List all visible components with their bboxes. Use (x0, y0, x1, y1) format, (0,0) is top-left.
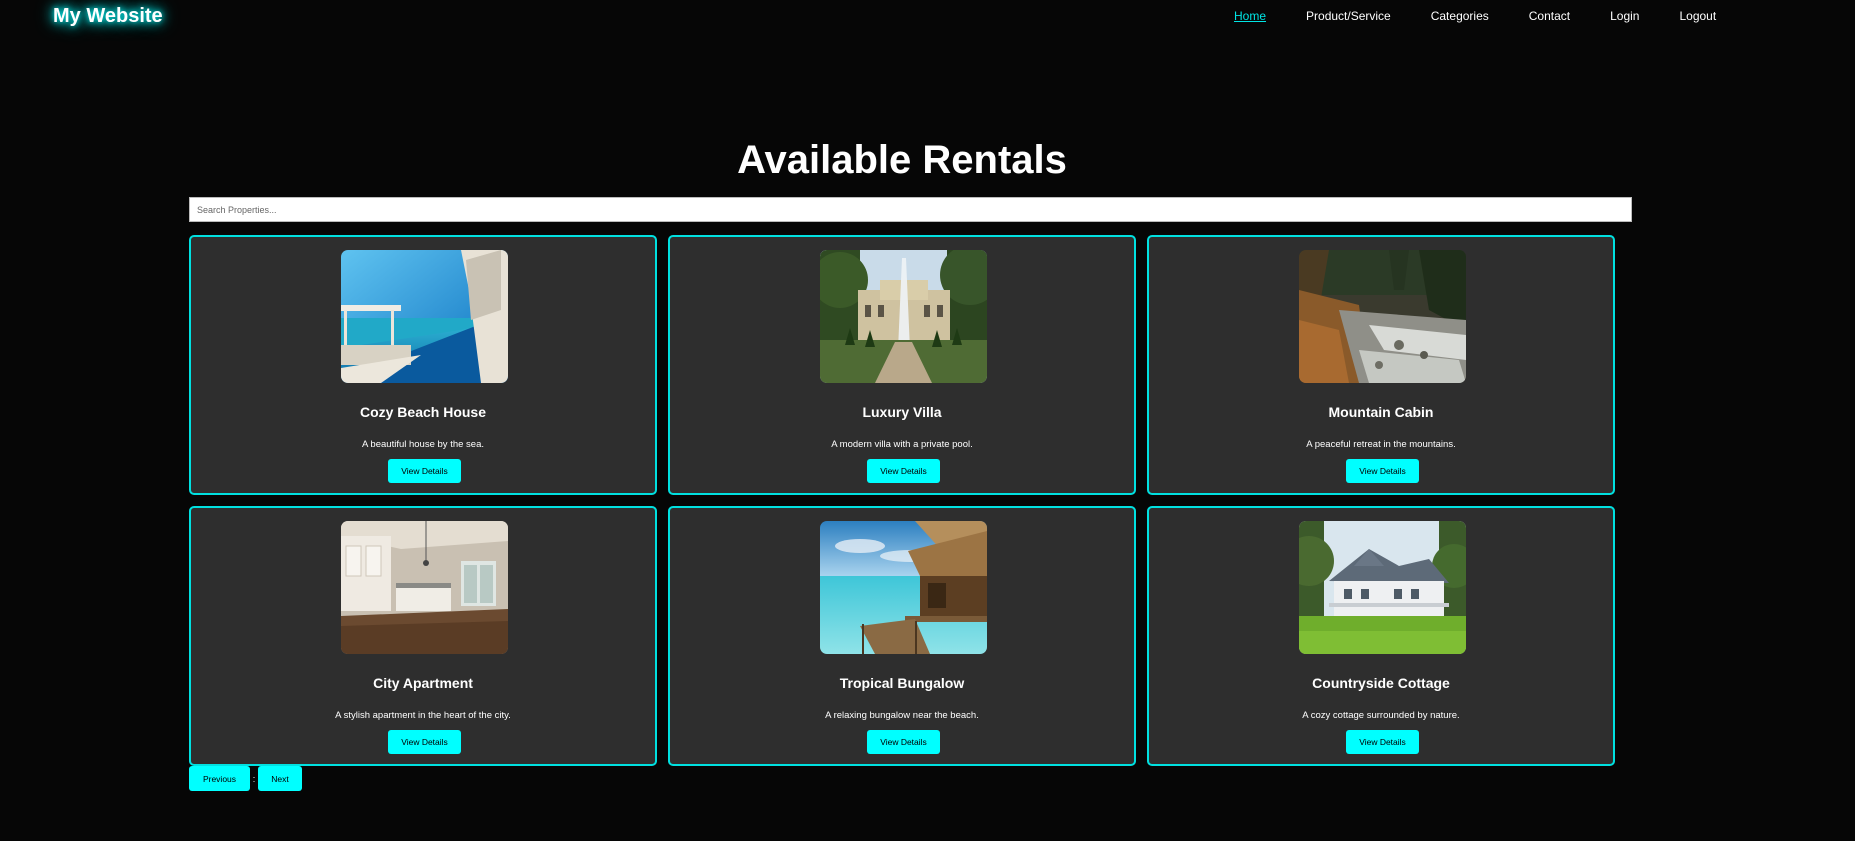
nav-login[interactable]: Login (1610, 9, 1639, 23)
view-details-button[interactable]: View Details (388, 459, 461, 483)
nav-logout[interactable]: Logout (1679, 9, 1716, 23)
card-title: Countryside Cottage (1312, 675, 1450, 691)
card-description: A peaceful retreat in the mountains. (1306, 439, 1456, 450)
apartment-kitchen-photo (341, 521, 508, 654)
beach-house-photo (341, 250, 508, 383)
pagination-separator: : (252, 773, 256, 784)
previous-button[interactable]: Previous (189, 766, 250, 791)
rental-card-luxury-villa: Luxury Villa A modern villa with a priva… (668, 235, 1136, 495)
rental-card-beach-house: Cozy Beach House A beautiful house by th… (189, 235, 657, 495)
card-description: A modern villa with a private pool. (831, 439, 973, 450)
site-logo[interactable]: My Website (53, 5, 163, 28)
card-description: A cozy cottage surrounded by nature. (1302, 710, 1460, 721)
search-input[interactable] (189, 197, 1632, 222)
nav-product-service[interactable]: Product/Service (1306, 9, 1391, 23)
card-title: Mountain Cabin (1328, 404, 1434, 420)
view-details-button[interactable]: View Details (1346, 459, 1419, 483)
card-description: A beautiful house by the sea. (361, 439, 484, 450)
rental-card-tropical-bungalow: Tropical Bungalow A relaxing bungalow ne… (668, 506, 1136, 766)
main-nav: Home Product/Service Categories Contact … (1234, 9, 1756, 23)
nav-home[interactable]: Home (1234, 9, 1266, 23)
next-button[interactable]: Next (258, 766, 302, 791)
view-details-button[interactable]: View Details (388, 730, 461, 754)
view-details-button[interactable]: View Details (1346, 730, 1419, 754)
rental-card-city-apartment: City Apartment A stylish apartment in th… (189, 506, 657, 766)
rentals-grid: Cozy Beach House A beautiful house by th… (189, 235, 1617, 766)
countryside-house-photo (1299, 521, 1466, 654)
rental-card-mountain-cabin: Mountain Cabin A peaceful retreat in the… (1147, 235, 1615, 495)
card-description: A relaxing bungalow near the beach. (825, 710, 979, 721)
card-title: Luxury Villa (862, 404, 942, 420)
nav-contact[interactable]: Contact (1529, 9, 1570, 23)
card-title: Tropical Bungalow (839, 675, 965, 691)
site-header: My Website Home Product/Service Categori… (0, 0, 1855, 34)
view-details-button[interactable]: View Details (867, 730, 940, 754)
overwater-bungalow-photo (820, 521, 987, 654)
card-title: Cozy Beach House (359, 404, 487, 420)
villa-fountain-photo (820, 250, 987, 383)
mountain-stream-photo (1299, 250, 1466, 383)
rental-card-countryside-cottage: Countryside Cottage A cozy cottage surro… (1147, 506, 1615, 766)
pagination: Previous : Next (189, 766, 302, 791)
nav-categories[interactable]: Categories (1431, 9, 1489, 23)
card-description: A stylish apartment in the heart of the … (335, 710, 511, 721)
page-title: Available Rentals (737, 138, 1067, 182)
card-title: City Apartment (373, 675, 473, 691)
view-details-button[interactable]: View Details (867, 459, 940, 483)
